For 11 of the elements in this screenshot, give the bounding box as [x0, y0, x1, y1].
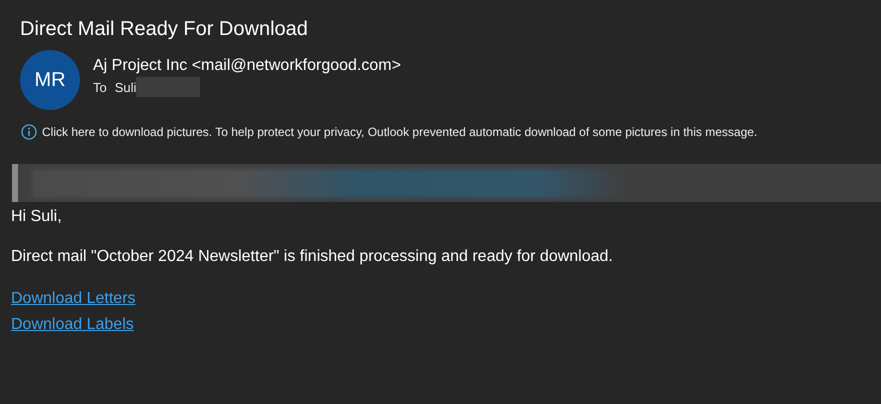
download-link[interactable]: Download Labels — [11, 312, 134, 338]
email-subject: Direct Mail Ready For Download — [19, 17, 309, 42]
recipient-name: Suli — [114, 80, 136, 94]
sender-avatar: MR — [20, 50, 80, 110]
message-text: Direct mail "October 2024 Newsletter" is finished processing and ready for download. — [11, 247, 614, 267]
to-label: To — [93, 80, 107, 94]
greeting-text: Hi Suli, — [11, 207, 63, 227]
download-pictures-notice[interactable]: Click here to download pictures. To help protect your privacy, Outlook prevented automatic download of some pictures in this message. — [42, 125, 758, 139]
download-link[interactable]: Download Letters — [11, 286, 136, 312]
info-icon — [21, 124, 37, 140]
sender-name: Aj Project Inc <mail@networkforgood.com> — [93, 57, 401, 75]
